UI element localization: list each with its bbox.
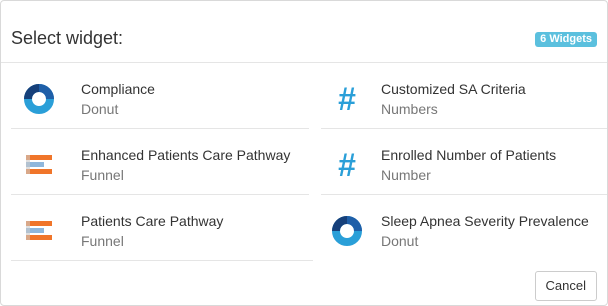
widget-name: Enhanced Patients Care Pathway	[81, 147, 291, 163]
widget-grid: Compliance Donut # Customized SA Criteri…	[11, 63, 607, 261]
widget-name: Compliance	[81, 81, 155, 97]
donut-icon	[24, 84, 54, 114]
widget-row: Compliance Donut # Customized SA Criteri…	[11, 63, 607, 129]
select-widget-dialog: Select widget: 6 Widgets Compliance Donu…	[0, 0, 608, 306]
widget-count-badge: 6 Widgets	[535, 32, 597, 47]
widget-name: Patients Care Pathway	[81, 213, 224, 229]
cancel-button[interactable]: Cancel	[534, 271, 597, 301]
widget-option-patients-care-pathway[interactable]: Patients Care Pathway Funnel	[11, 195, 313, 261]
funnel-icon	[26, 155, 52, 174]
widget-row: Patients Care Pathway Funnel Sleep Apnea…	[11, 195, 607, 261]
funnel-icon	[26, 221, 52, 240]
donut-icon	[332, 216, 362, 246]
dialog-header: Select widget: 6 Widgets	[1, 1, 607, 63]
hash-icon: #	[338, 81, 356, 117]
widget-type: Funnel	[81, 167, 124, 183]
widget-name: Sleep Apnea Severity Prevalence	[381, 213, 589, 229]
dialog-title: Select widget:	[11, 28, 124, 48]
widget-type: Numbers	[381, 101, 438, 117]
dialog-footer: Cancel	[1, 263, 607, 305]
widget-type: Donut	[81, 101, 119, 117]
widget-option-customized-sa-criteria[interactable]: # Customized SA Criteria Numbers	[321, 63, 607, 129]
widget-option-compliance[interactable]: Compliance Donut	[11, 63, 309, 129]
widget-name: Enrolled Number of Patients	[381, 147, 557, 163]
widget-name: Customized SA Criteria	[381, 81, 526, 97]
widget-option-enhanced-patients-care-pathway[interactable]: Enhanced Patients Care Pathway Funnel	[11, 129, 309, 195]
widget-type: Donut	[381, 233, 419, 249]
widget-type: Funnel	[81, 233, 124, 249]
widget-type: Number	[381, 167, 431, 183]
widget-option-enrolled-number-of-patients[interactable]: # Enrolled Number of Patients Number	[321, 129, 607, 195]
widget-row: Enhanced Patients Care Pathway Funnel # …	[11, 129, 607, 195]
widget-option-sleep-apnea-severity-prevalence[interactable]: Sleep Apnea Severity Prevalence Donut	[321, 195, 607, 261]
hash-icon: #	[338, 147, 356, 183]
